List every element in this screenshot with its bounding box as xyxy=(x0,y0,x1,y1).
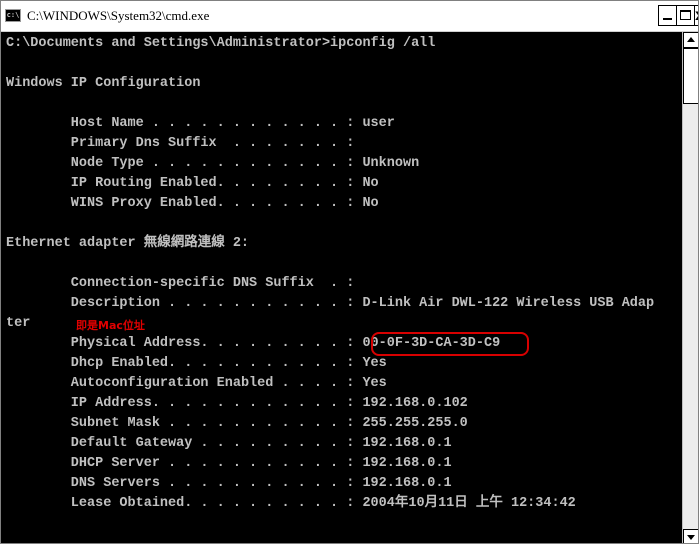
console-line: Connection-specific DNS Suffix . : xyxy=(6,276,355,291)
close-button[interactable]: x xyxy=(694,5,698,26)
maximize-button[interactable] xyxy=(676,5,695,26)
console-line: Ethernet adapter 無線網路連線 2: xyxy=(6,236,250,251)
minimize-button[interactable] xyxy=(658,5,677,26)
maximize-icon xyxy=(680,10,691,20)
arrow-down-icon xyxy=(687,535,695,540)
mac-address-highlight xyxy=(371,332,529,356)
cmd-window: c:\ C:\WINDOWS\System32\cmd.exe x C:\Doc… xyxy=(0,0,699,544)
vertical-scrollbar[interactable] xyxy=(682,32,698,543)
console-line: DNS Servers . . . . . . . . . . . : 192.… xyxy=(6,476,452,491)
console-line: Host Name . . . . . . . . . . . . : user xyxy=(6,116,395,131)
window-title: C:\WINDOWS\System32\cmd.exe xyxy=(27,8,210,23)
console-line: ter xyxy=(6,316,31,331)
console-line: Dhcp Enabled. . . . . . . . . . . : Yes xyxy=(6,356,387,371)
scroll-down-button[interactable] xyxy=(683,529,698,543)
console-line: Primary Dns Suffix . . . . . . . : xyxy=(6,136,355,151)
mac-address-annotation: 即是Mac位址 xyxy=(76,319,145,332)
console-output[interactable]: C:\Documents and Settings\Administrator>… xyxy=(1,32,682,543)
console-line: DHCP Server . . . . . . . . . . . : 192.… xyxy=(6,456,452,471)
arrow-up-icon xyxy=(687,37,695,42)
scroll-thumb[interactable] xyxy=(683,48,698,104)
console-line: Subnet Mask . . . . . . . . . . . : 255.… xyxy=(6,416,468,431)
command-prompt-icon[interactable]: c:\ xyxy=(5,9,21,22)
console-line: C:\Documents and Settings\Administrator>… xyxy=(6,36,436,51)
console-line: IP Routing Enabled. . . . . . . . : No xyxy=(6,176,379,191)
console-line: IP Address. . . . . . . . . . . . : 192.… xyxy=(6,396,468,411)
console-line: Lease Obtained. . . . . . . . . . : 2004… xyxy=(6,496,576,511)
title-bar[interactable]: c:\ C:\WINDOWS\System32\cmd.exe x xyxy=(1,1,698,32)
console-line: Autoconfiguration Enabled . . . . : Yes xyxy=(6,376,387,391)
scroll-up-button[interactable] xyxy=(683,32,698,48)
console-line: WINS Proxy Enabled. . . . . . . . : No xyxy=(6,196,379,211)
console-line: Description . . . . . . . . . . . : D-Li… xyxy=(6,296,655,311)
console-line: Windows IP Configuration xyxy=(6,76,201,91)
console-line: Node Type . . . . . . . . . . . . : Unkn… xyxy=(6,156,420,171)
minimize-icon xyxy=(663,18,672,20)
close-icon: x xyxy=(695,6,698,25)
console-line: Default Gateway . . . . . . . . . : 192.… xyxy=(6,436,452,451)
